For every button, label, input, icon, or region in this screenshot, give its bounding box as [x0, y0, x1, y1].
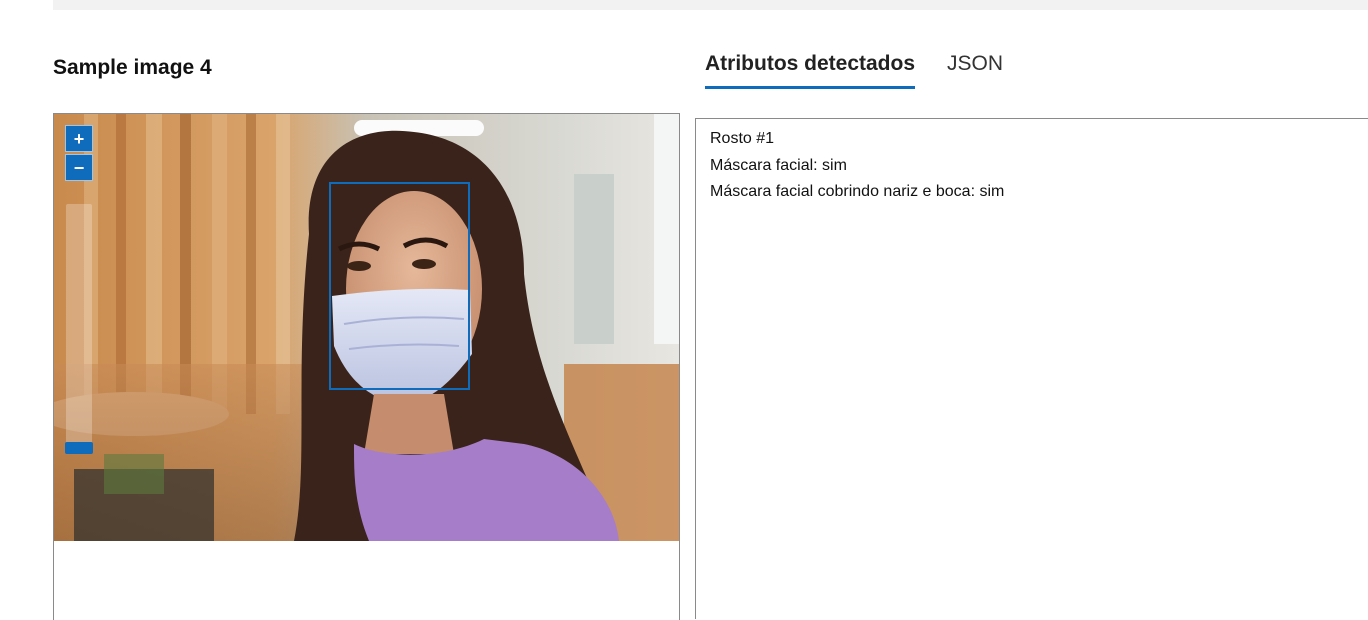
- image-viewer[interactable]: + −: [53, 113, 680, 620]
- zoom-out-button[interactable]: −: [65, 154, 93, 181]
- zoom-slider-handle[interactable]: [65, 442, 93, 454]
- detected-attributes-panel: Rosto #1 Máscara facial: sim Máscara fac…: [695, 118, 1368, 619]
- zoom-slider-track[interactable]: [66, 204, 92, 454]
- zoom-in-button[interactable]: +: [65, 125, 93, 152]
- face-label: Rosto #1: [710, 130, 775, 147]
- result-tabs: Atributos detectados JSON: [705, 52, 1003, 89]
- section-title: Sample image 4: [53, 56, 212, 79]
- tab-detected-attributes[interactable]: Atributos detectados: [705, 52, 916, 89]
- mask-cover-result: Máscara facial cobrindo nariz e boca: si…: [710, 183, 1005, 200]
- face-bounding-box: [329, 182, 470, 390]
- tab-json[interactable]: JSON: [947, 52, 1003, 89]
- mask-result: Máscara facial: sim: [710, 156, 847, 174]
- top-strip: [53, 0, 1368, 10]
